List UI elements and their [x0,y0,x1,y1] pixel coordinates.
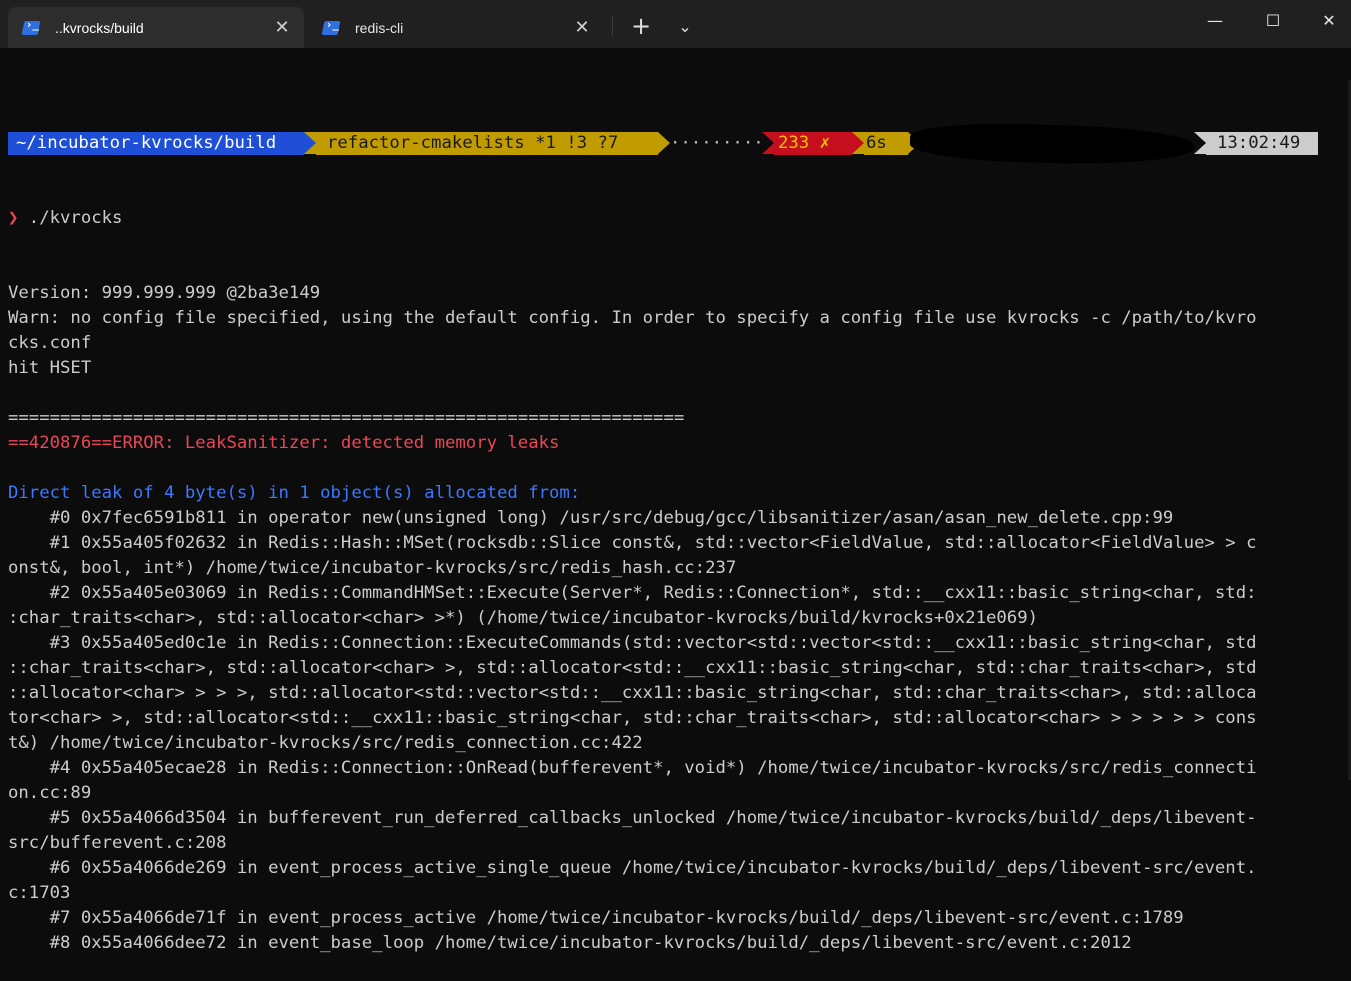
prompt-git-segment: refactor-cmakelists *1 !3 ?7 [316,132,658,155]
command-output: Version: 999.999.999 @2ba3e149 Warn: no c… [8,281,1338,956]
tab-title: redis-cli [355,19,404,36]
powerline-separator [304,132,316,154]
output-line: #4 0x55a405ecae28 in Redis::Connection::… [8,758,1257,778]
prompt-clock: 13:02:49 [1206,132,1318,155]
powerline-separator [762,132,774,154]
tab-kvrocks-build[interactable]: ..kvrocks/build ✕ [8,7,304,48]
output-line: #7 0x55a4066de71f in event_process_activ… [8,908,1184,928]
output-line: c:1703 [8,883,71,903]
tab-title: ..kvrocks/build [55,19,144,36]
output-line: Direct leak of 4 byte(s) in 1 object(s) … [8,483,581,503]
output-line: ::char_traits<char>, std::allocator<char… [8,658,1257,678]
prompt-filler-dots: ·········· [670,133,762,153]
output-line: #0 0x7fec6591b811 in operator new(unsign… [8,508,1174,528]
output-line: cks.conf [8,333,92,353]
close-tab-icon[interactable]: ✕ [570,16,594,40]
output-line: tor<char> >, std::allocator<std::__cxx11… [8,708,1257,728]
prompt-line: ~/incubator-kvrocks/build refactor-cmake… [8,121,1338,167]
close-window-button[interactable]: ✕ [1300,0,1351,40]
powerline-separator [1194,132,1206,154]
output-line: ========================================… [8,408,685,428]
output-line: #3 0x55a405ed0c1e in Redis::Connection::… [8,633,1257,653]
output-line: ::allocator<char> > > >, std::allocator<… [8,683,1257,703]
output-line: t&) /home/twice/incubator-kvrocks/src/re… [8,733,643,753]
powershell-icon [321,20,341,35]
output-line: onst&, bool, int*) /home/twice/incubator… [8,558,737,578]
output-line: #1 0x55a405f02632 in Redis::Hash::MSet(r… [8,533,1257,553]
command-line: ❯ ./kvrocks [8,206,1338,231]
prompt-duration: 6s [864,132,908,155]
tab-redis-cli[interactable]: redis-cli ✕ [308,7,604,48]
maximize-button[interactable]: ☐ [1244,0,1302,40]
close-tab-icon[interactable]: ✕ [270,16,294,40]
minimize-button[interactable]: — [1186,0,1244,40]
output-line: on.cc:89 [8,783,92,803]
output-line: ==420876==ERROR: LeakSanitizer: detected… [8,433,560,453]
new-tab-button[interactable]: + [625,10,657,42]
output-line: #5 0x55a4066d3504 in bufferevent_run_def… [8,808,1257,828]
output-line: hit HSET [8,358,92,378]
tab-separator [612,16,613,36]
powershell-icon [21,20,41,35]
output-line: Warn: no config file specified, using th… [8,308,1257,328]
powerline-separator [852,132,864,154]
title-bar: ..kvrocks/build ✕ redis-cli ✕ + ⌄ — ☐ ✕ [0,0,1351,48]
prompt-path-segment: ~/incubator-kvrocks/build [8,132,304,155]
output-line: #6 0x55a4066de269 in event_process_activ… [8,858,1257,878]
prompt-exit-status: 233 ✗ [774,132,852,155]
output-line: #8 0x55a4066dee72 in event_base_loop /ho… [8,933,1132,953]
output-line: :char_traits<char>, std::allocator<char>… [8,608,1039,628]
powerline-separator [658,132,670,154]
output-line: #2 0x55a405e03069 in Redis::CommandHMSet… [8,583,1257,603]
output-line: src/bufferevent.c:208 [8,833,227,853]
redaction-scribble [909,121,1195,167]
dropdown-chevron-icon[interactable]: ⌄ [669,10,701,42]
terminal-output[interactable]: ~/incubator-kvrocks/build refactor-cmake… [8,81,1338,981]
output-line: Version: 999.999.999 @2ba3e149 [8,283,321,303]
